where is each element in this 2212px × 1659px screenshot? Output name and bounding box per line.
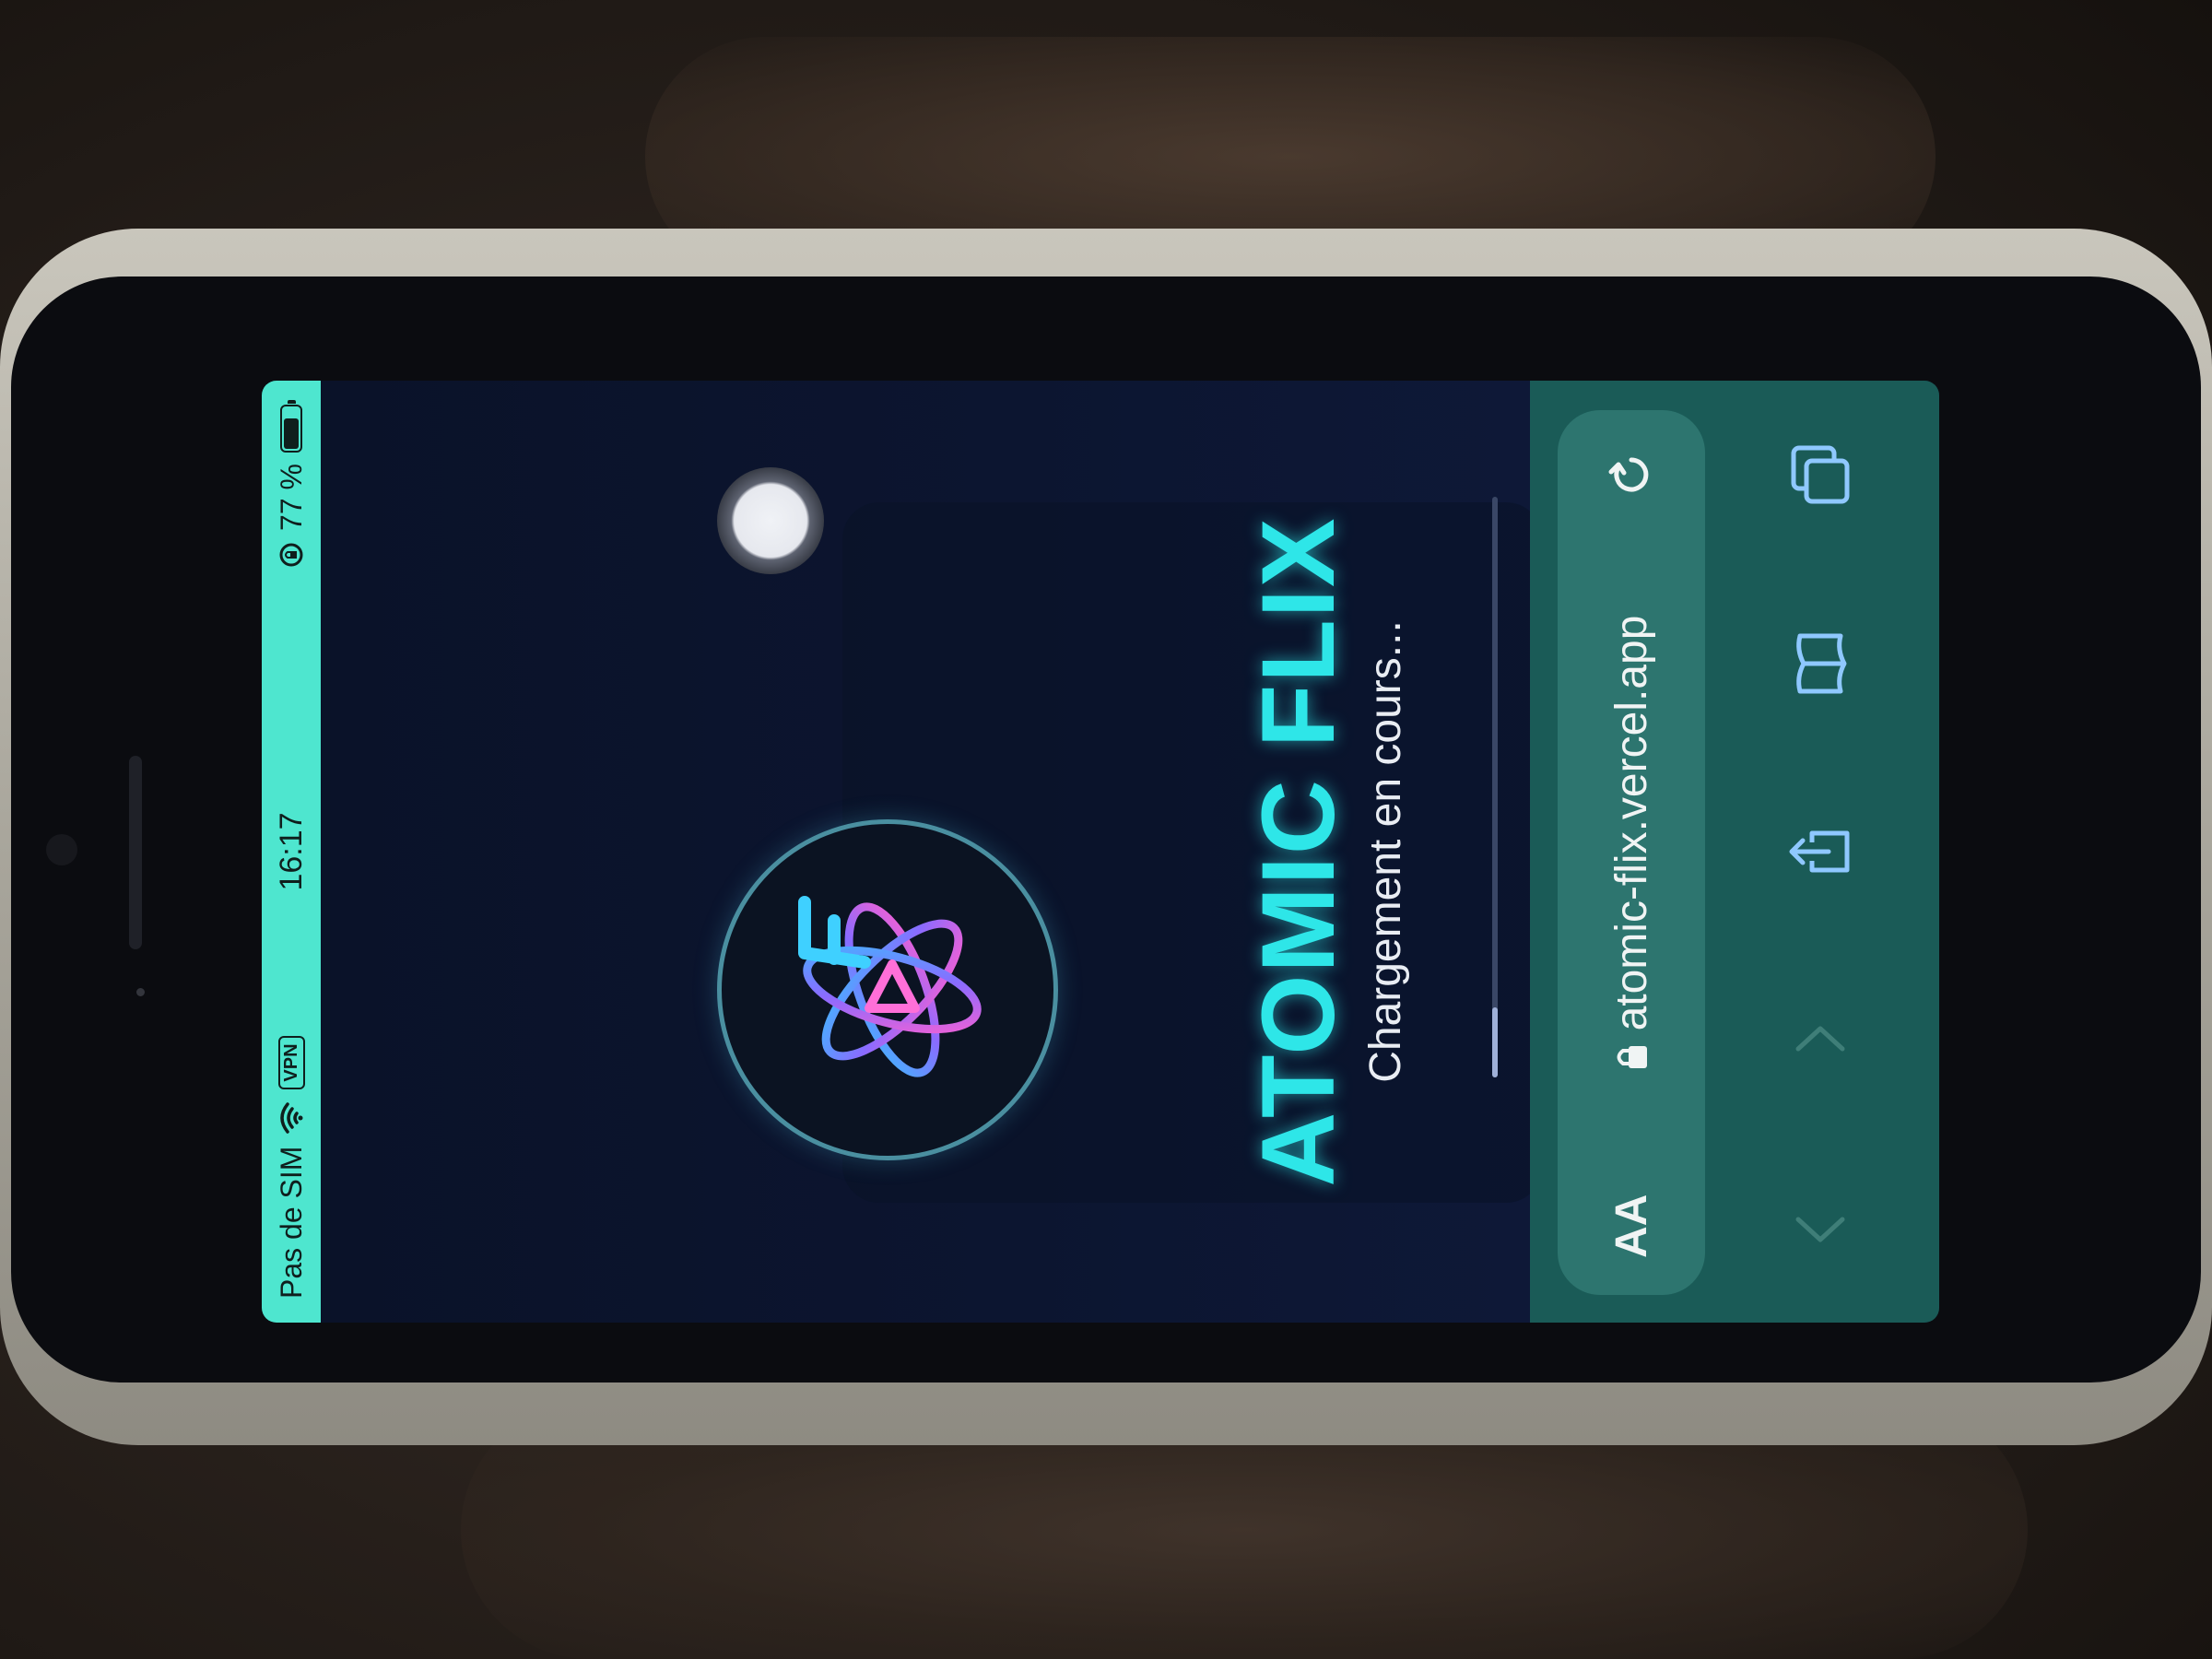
tabs-icon [1791,445,1850,504]
proximity-sensor [136,988,145,996]
orientation-lock-icon [279,543,303,567]
web-page: Pas de SIM VPN 16:17 77 % ATOMIC FLIX Ch… [262,381,1939,1323]
bookmarks-icon [1796,633,1847,694]
reload-icon[interactable] [1604,447,1659,502]
text-size-button[interactable]: AA [1606,1184,1657,1258]
loading-text: Chargement en cours... [1361,620,1410,1083]
battery-icon [280,405,302,453]
tabs-button[interactable] [1783,438,1857,512]
chevron-left-icon [1795,1217,1845,1242]
loading-progress-bar [1492,497,1498,1077]
browser-nav-toolbar [1742,381,1899,1323]
status-bar: Pas de SIM VPN 16:17 77 % [262,381,321,1323]
front-camera [46,834,77,865]
browser-toolbar: AA atomic-flix.vercel.app [1530,381,1939,1323]
wifi-icon [280,1101,303,1134]
share-button[interactable] [1783,815,1857,888]
share-icon [1789,830,1850,873]
app-logo [717,819,1058,1160]
back-button[interactable] [1783,1192,1857,1265]
url-text: atomic-flix.vercel.app [1606,615,1656,1031]
loading-progress-fill [1492,1007,1498,1077]
url-field[interactable]: atomic-flix.vercel.app [1606,502,1657,1184]
bookmarks-button[interactable] [1783,627,1857,700]
battery-level-fill [284,418,299,449]
chevron-right-icon [1795,1026,1845,1052]
app-title: ATOMIC FLIX [1241,516,1356,1187]
earpiece [129,756,142,949]
assistive-touch-button[interactable] [717,467,824,574]
vpn-badge: VPN [277,1036,305,1089]
forward-button[interactable] [1783,1003,1857,1077]
carrier-label: Pas de SIM [274,1146,308,1299]
phone-screen: Pas de SIM VPN 16:17 77 % ATOMIC FLIX Ch… [262,381,1939,1323]
lock-icon [1617,1046,1647,1069]
address-bar[interactable]: AA atomic-flix.vercel.app [1558,410,1705,1295]
atom-play-logo-icon [798,896,982,1077]
battery-percent: 77 % [274,464,308,531]
